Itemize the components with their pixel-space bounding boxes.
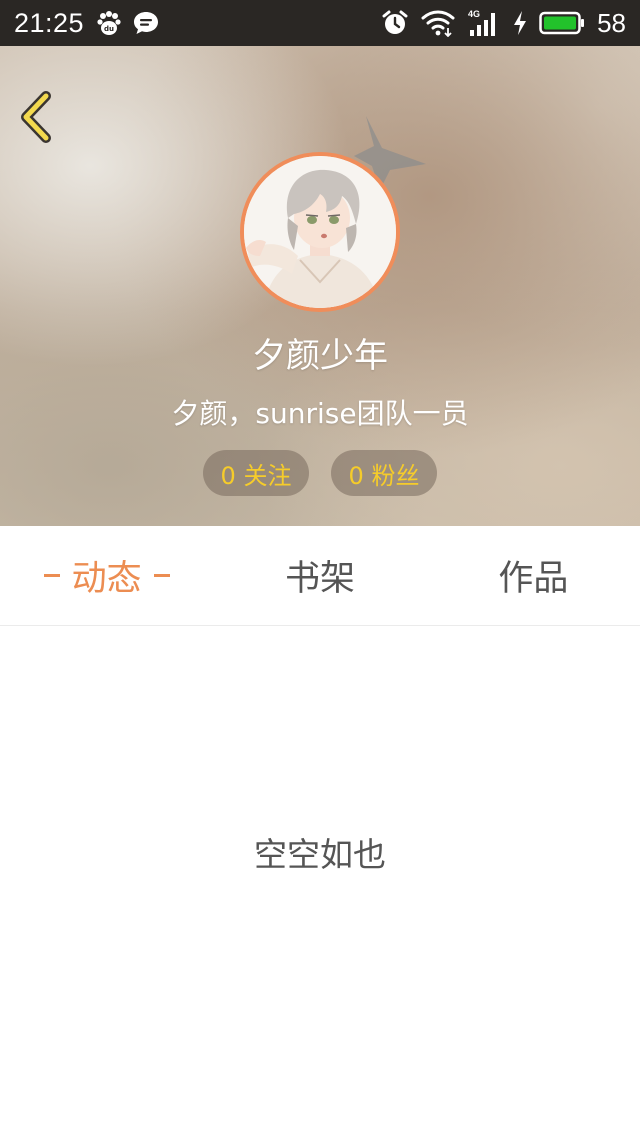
chat-bubble-icon — [132, 10, 160, 36]
avatar-illustration — [244, 156, 396, 308]
profile-header: 夕颜少年 夕颜，sunrise团队一员 0 关注 0 粉丝 — [0, 46, 640, 526]
battery-percentage: 58 — [597, 7, 626, 38]
active-tab-dash-right — [153, 574, 170, 577]
tab-bookshelf-label: 书架 — [284, 559, 355, 599]
wifi-icon — [421, 9, 455, 38]
battery-icon — [539, 11, 585, 35]
followers-count-button[interactable]: 0 粉丝 — [331, 450, 437, 496]
svg-text:du: du — [104, 25, 114, 33]
tab-works-label: 作品 — [498, 559, 569, 599]
charging-bolt-icon — [513, 10, 527, 36]
empty-state-message: 空空如也 — [254, 835, 386, 874]
profile-tabs: 动态 书架 作品 — [0, 526, 640, 626]
profile-stats: 0 关注 0 粉丝 — [0, 450, 640, 496]
profile-name: 夕颜少年 — [252, 336, 388, 376]
chevron-left-icon — [16, 91, 60, 150]
system-icons: 4G 58 — [381, 8, 626, 39]
baidu-paw-icon: du — [96, 10, 122, 36]
status-time: 21:25 — [14, 7, 85, 38]
active-tab-dash-left — [43, 574, 60, 577]
following-count-button[interactable]: 0 关注 — [203, 450, 309, 496]
tab-works[interactable]: 作品 — [427, 526, 640, 625]
status-bar: 21:25 du 4G 58 — [0, 0, 640, 46]
profile-bio: 夕颜，sunrise团队一员 — [171, 397, 469, 430]
notification-icons: du — [96, 10, 160, 36]
network-type-label: 4G — [468, 9, 480, 19]
avatar[interactable] — [240, 152, 400, 312]
tab-activity[interactable]: 动态 — [0, 526, 213, 625]
back-button[interactable] — [16, 90, 60, 146]
tab-activity-label: 动态 — [71, 559, 142, 599]
alarm-clock-icon — [381, 9, 409, 37]
cellular-signal-icon: 4G — [467, 8, 501, 38]
tab-bookshelf[interactable]: 书架 — [213, 526, 426, 625]
